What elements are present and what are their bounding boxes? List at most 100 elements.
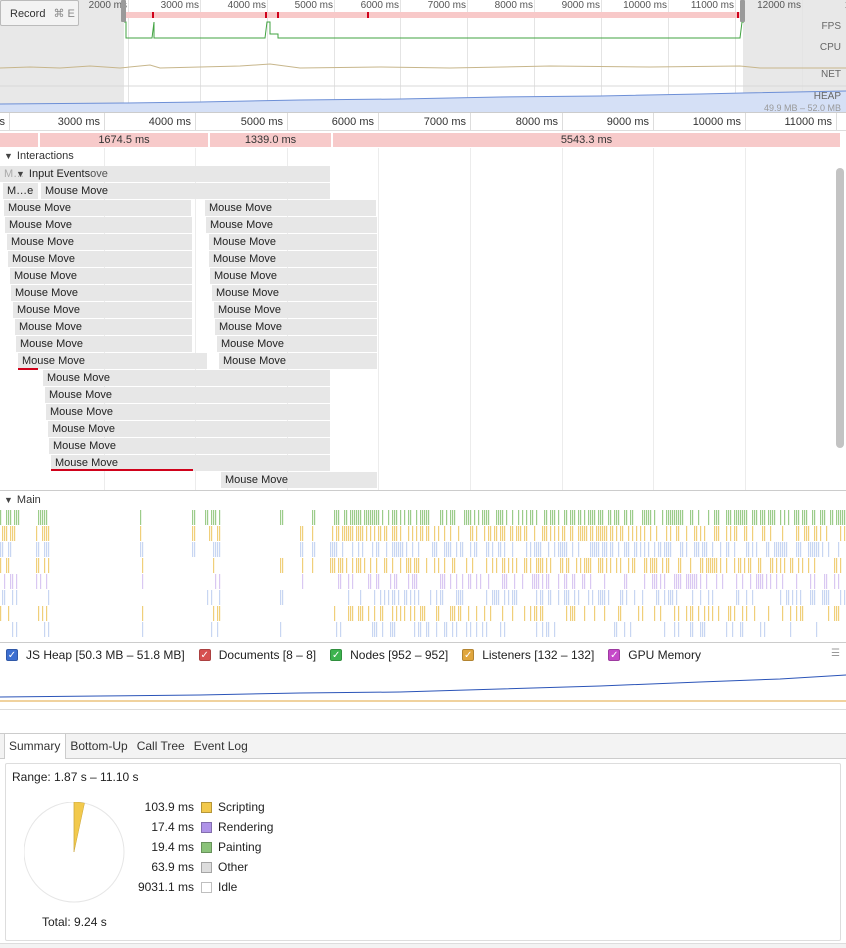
flame-slice[interactable] bbox=[332, 558, 334, 573]
flame-slice[interactable] bbox=[518, 510, 520, 525]
flame-slice[interactable] bbox=[742, 574, 744, 589]
flame-slice[interactable] bbox=[802, 558, 804, 573]
flame-slice[interactable] bbox=[672, 590, 674, 605]
flame-slice[interactable] bbox=[352, 542, 354, 557]
flame-slice[interactable] bbox=[828, 590, 830, 605]
flame-slice[interactable] bbox=[512, 542, 514, 557]
flame-slice[interactable] bbox=[644, 526, 646, 541]
flame-slice[interactable] bbox=[572, 574, 574, 589]
flame-slice[interactable] bbox=[518, 526, 520, 541]
flame-slice[interactable] bbox=[740, 622, 742, 637]
flame-slice[interactable] bbox=[426, 526, 428, 541]
flame-slice[interactable] bbox=[6, 526, 8, 541]
flame-slice[interactable] bbox=[474, 510, 476, 525]
flame-slice[interactable] bbox=[352, 558, 354, 573]
flame-slice[interactable] bbox=[338, 558, 340, 573]
flame-slice[interactable] bbox=[140, 526, 142, 541]
flame-slice[interactable] bbox=[444, 574, 446, 589]
flame-slice[interactable] bbox=[372, 622, 374, 637]
frame-block[interactable]: 1674.5 ms bbox=[40, 133, 208, 147]
flame-slice[interactable] bbox=[692, 510, 694, 525]
flame-slice[interactable] bbox=[812, 590, 814, 605]
flame-slice[interactable] bbox=[16, 574, 18, 589]
flame-slice[interactable] bbox=[219, 510, 221, 525]
mouse-move-event[interactable]: Mouse Move bbox=[16, 336, 193, 352]
flame-slice[interactable] bbox=[644, 558, 646, 573]
flame-slice[interactable] bbox=[712, 558, 714, 573]
flame-slice[interactable] bbox=[592, 542, 594, 557]
flame-slice[interactable] bbox=[456, 574, 458, 589]
flame-slice[interactable] bbox=[574, 574, 576, 589]
flame-slice[interactable] bbox=[706, 574, 708, 589]
flame-slice[interactable] bbox=[682, 542, 684, 557]
flame-slice[interactable] bbox=[612, 526, 614, 541]
flame-slice[interactable] bbox=[770, 558, 772, 573]
flame-slice[interactable] bbox=[456, 622, 458, 637]
flame-slice[interactable] bbox=[502, 606, 504, 621]
flame-slice[interactable] bbox=[526, 542, 528, 557]
checkbox-checked-icon[interactable]: ✓ bbox=[608, 648, 621, 661]
flame-slice[interactable] bbox=[668, 510, 670, 525]
flame-slice[interactable] bbox=[838, 510, 840, 525]
flame-slice[interactable] bbox=[418, 558, 420, 573]
flame-slice[interactable] bbox=[664, 590, 666, 605]
flame-slice[interactable] bbox=[422, 606, 424, 621]
flame-slice[interactable] bbox=[676, 590, 678, 605]
flame-slice[interactable] bbox=[412, 526, 414, 541]
flame-slice[interactable] bbox=[548, 574, 550, 589]
mouse-move-event[interactable]: Mouse Move bbox=[215, 319, 378, 335]
flame-slice[interactable] bbox=[644, 510, 646, 525]
flame-slice[interactable] bbox=[814, 526, 816, 541]
flame-slice[interactable] bbox=[738, 590, 740, 605]
flame-slice[interactable] bbox=[280, 510, 282, 525]
flame-slice[interactable] bbox=[484, 510, 486, 525]
flame-slice[interactable] bbox=[142, 542, 144, 557]
flame-slice[interactable] bbox=[376, 542, 378, 557]
flame-slice[interactable] bbox=[578, 526, 580, 541]
flame-slice[interactable] bbox=[660, 606, 662, 621]
flame-slice[interactable] bbox=[608, 510, 610, 525]
flame-slice[interactable] bbox=[610, 510, 612, 525]
flame-slice[interactable] bbox=[490, 526, 492, 541]
flame-slice[interactable] bbox=[704, 542, 706, 557]
flame-slice[interactable] bbox=[536, 542, 538, 557]
flame-slice[interactable] bbox=[312, 526, 314, 541]
flame-slice[interactable] bbox=[348, 574, 350, 589]
flame-slice[interactable] bbox=[626, 542, 628, 557]
mouse-move-event[interactable]: Mouse Move bbox=[11, 285, 193, 301]
flame-slice[interactable] bbox=[506, 510, 508, 525]
flame-slice[interactable] bbox=[458, 606, 460, 621]
flame-slice[interactable] bbox=[374, 606, 376, 621]
flame-slice[interactable] bbox=[816, 542, 818, 557]
flame-slice[interactable] bbox=[396, 542, 398, 557]
flame-slice[interactable] bbox=[536, 510, 538, 525]
flame-slice[interactable] bbox=[348, 590, 350, 605]
mouse-move-event[interactable]: Mouse Move bbox=[209, 234, 378, 250]
flame-slice[interactable] bbox=[770, 526, 772, 541]
flame-slice[interactable] bbox=[570, 606, 572, 621]
flame-slice[interactable] bbox=[470, 526, 472, 541]
flame-slice[interactable] bbox=[588, 510, 590, 525]
flame-slice[interactable] bbox=[542, 590, 544, 605]
flame-slice[interactable] bbox=[592, 510, 594, 525]
flame-slice[interactable] bbox=[734, 510, 736, 525]
flame-slice[interactable] bbox=[396, 606, 398, 621]
flame-slice[interactable] bbox=[444, 622, 446, 637]
flame-slice[interactable] bbox=[768, 606, 770, 621]
flame-slice[interactable] bbox=[12, 590, 14, 605]
flame-slice[interactable] bbox=[838, 574, 840, 589]
flame-slice[interactable] bbox=[598, 590, 600, 605]
flame-slice[interactable] bbox=[215, 510, 217, 525]
flame-slice[interactable] bbox=[500, 510, 502, 525]
frame-block[interactable] bbox=[0, 133, 38, 147]
flame-slice[interactable] bbox=[424, 606, 426, 621]
flame-slice[interactable] bbox=[770, 510, 772, 525]
flame-slice[interactable] bbox=[672, 510, 674, 525]
flame-slice[interactable] bbox=[642, 590, 644, 605]
flame-slice[interactable] bbox=[538, 542, 540, 557]
flame-slice[interactable] bbox=[598, 526, 600, 541]
flame-slice[interactable] bbox=[4, 526, 6, 541]
flame-slice[interactable] bbox=[442, 510, 444, 525]
flame-slice[interactable] bbox=[446, 542, 448, 557]
flame-slice[interactable] bbox=[614, 510, 616, 525]
